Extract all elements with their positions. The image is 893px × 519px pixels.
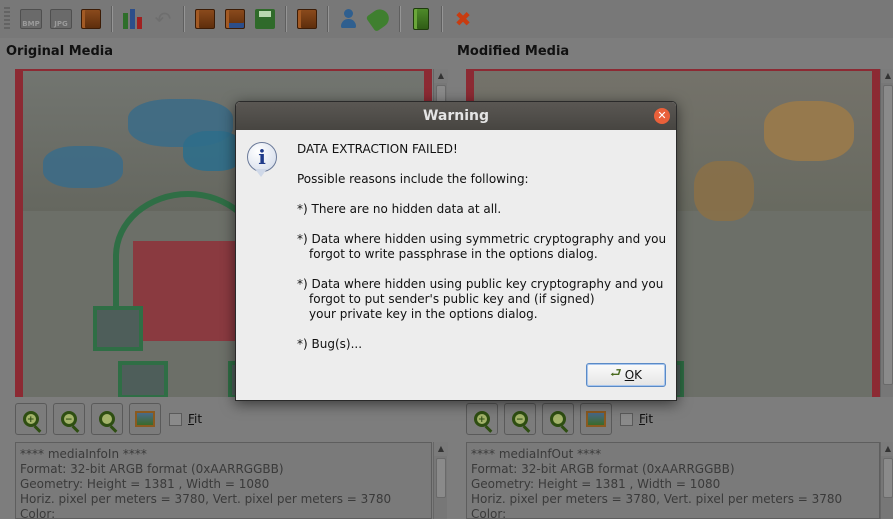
reasons-intro: Possible reasons include the following: (297, 172, 529, 186)
jpg-icon: JPG (50, 9, 72, 29)
modified-media-title: Modified Media (457, 44, 570, 59)
info-line: Color: (471, 507, 507, 519)
fit-checkbox-box[interactable] (620, 412, 633, 426)
import-data-button[interactable] (222, 6, 248, 32)
modified-media-info[interactable]: **** mediaInfOut **** Format: 32-bit ARG… (466, 442, 880, 519)
undo-icon: ↶ (154, 7, 172, 31)
notebook-icon (297, 9, 317, 29)
save-icon (255, 9, 275, 29)
info-line: Format: 32-bit ARGB format (0xAARRGGBB) (471, 462, 735, 476)
zoom-out-icon: − (61, 411, 77, 427)
book-icon (81, 9, 101, 29)
options-button[interactable] (408, 6, 434, 32)
scroll-up-arrow-icon[interactable]: ▲ (434, 442, 448, 456)
warning-dialog: Warning ✕ i DATA EXTRACTION FAILED! Poss… (235, 101, 677, 401)
toolbar-separator (111, 6, 113, 32)
fit-checkbox[interactable]: Fit (169, 412, 202, 426)
modified-media-scrollbar[interactable]: ▲ (880, 69, 893, 397)
scroll-thumb[interactable] (883, 458, 893, 498)
zoom-out-icon: − (512, 411, 528, 427)
view-image-button[interactable] (129, 403, 161, 435)
user-icon (339, 8, 359, 30)
info-line: **** mediaInfOut **** (471, 447, 602, 461)
fit-checkbox-box[interactable] (169, 412, 182, 426)
zoom-in-icon: + (474, 411, 490, 427)
toolbar-separator (285, 6, 287, 32)
modified-info-scrollbar[interactable]: ▲ (880, 442, 893, 519)
error-heading: DATA EXTRACTION FAILED! (297, 142, 458, 156)
zoom-icon (99, 411, 115, 427)
fit-label: Fit (188, 412, 203, 426)
info-line: Color: (20, 507, 56, 519)
green-book-icon (413, 8, 429, 30)
original-media-title: Original Media (6, 44, 113, 59)
picture-icon (586, 411, 606, 427)
reason-item: *) Data where hidden using public key cr… (297, 277, 664, 321)
bmp-icon: BMP (20, 9, 42, 29)
notebook-button[interactable] (294, 6, 320, 32)
zoom-in-button[interactable]: + (15, 403, 47, 435)
open-data-button[interactable] (192, 6, 218, 32)
zoom-icon (550, 411, 566, 427)
scroll-up-arrow-icon[interactable]: ▲ (881, 69, 893, 83)
zoom-out-button[interactable]: − (504, 403, 536, 435)
toolbar-separator (441, 6, 443, 32)
reason-item: *) Bug(s)... (297, 337, 363, 351)
toolbar-separator (327, 6, 329, 32)
zoom-reset-button[interactable] (91, 403, 123, 435)
ok-label: OK (624, 368, 643, 382)
zoom-in-button[interactable]: + (466, 403, 498, 435)
import-book-icon (225, 9, 245, 29)
reason-item: *) Data where hidden using symmetric cry… (297, 232, 667, 261)
picture-icon (135, 411, 155, 427)
dialog-message: DATA EXTRACTION FAILED! Possible reasons… (297, 142, 672, 367)
exit-button[interactable]: ✖ (450, 6, 476, 32)
modified-zoom-controls: + − Fit (466, 403, 653, 435)
info-line: **** mediaInfoIn **** (20, 447, 147, 461)
return-arrow-icon: ⮐ (609, 366, 622, 381)
original-media-info[interactable]: **** mediaInfoIn **** Format: 32-bit ARG… (15, 442, 432, 519)
main-toolbar: BMP JPG ↶ ✖ (0, 0, 893, 38)
info-line: Geometry: Height = 1381 , Width = 1080 (471, 477, 721, 491)
scroll-thumb[interactable] (436, 458, 446, 498)
toolbar-separator (183, 6, 185, 32)
open-book-button[interactable] (78, 6, 104, 32)
open-jpg-button[interactable]: JPG (48, 6, 74, 32)
information-icon: i (247, 142, 277, 177)
fit-checkbox[interactable]: Fit (620, 412, 653, 426)
histogram-button[interactable] (120, 6, 146, 32)
original-info-scrollbar[interactable]: ▲ (433, 442, 448, 519)
open-bmp-button[interactable]: BMP (18, 6, 44, 32)
zoom-out-button[interactable]: − (53, 403, 85, 435)
close-icon[interactable]: ✕ (654, 108, 670, 124)
tag-icon (365, 5, 393, 33)
info-line: Format: 32-bit ARGB format (0xAARRGGBB) (20, 462, 284, 476)
ok-button[interactable]: ⮐ OK (586, 363, 666, 387)
fit-label: Fit (639, 412, 654, 426)
save-button[interactable] (252, 6, 278, 32)
view-image-button[interactable] (580, 403, 612, 435)
zoom-reset-button[interactable] (542, 403, 574, 435)
reason-item: *) There are no hidden data at all. (297, 202, 502, 216)
chart-icon (122, 9, 144, 29)
toolbar-grip[interactable] (4, 7, 10, 31)
zoom-in-icon: + (23, 411, 39, 427)
scroll-up-arrow-icon[interactable]: ▲ (881, 442, 893, 456)
info-line: Geometry: Height = 1381 , Width = 1080 (20, 477, 270, 491)
info-line: Horiz. pixel per meters = 3780, Vert. pi… (20, 492, 392, 506)
dialog-title-bar[interactable]: Warning ✕ (236, 102, 676, 130)
original-zoom-controls: + − Fit (15, 403, 202, 435)
info-line: Horiz. pixel per meters = 3780, Vert. pi… (471, 492, 843, 506)
scroll-up-arrow-icon[interactable]: ▲ (434, 69, 448, 83)
close-x-icon: ✖ (454, 7, 472, 31)
scroll-thumb[interactable] (883, 85, 893, 385)
dialog-title: Warning (422, 108, 490, 124)
toolbar-separator (399, 6, 401, 32)
open-book-icon (195, 9, 215, 29)
keys-button[interactable] (336, 6, 362, 32)
sign-button[interactable] (365, 5, 393, 33)
undo-button[interactable]: ↶ (150, 6, 176, 32)
